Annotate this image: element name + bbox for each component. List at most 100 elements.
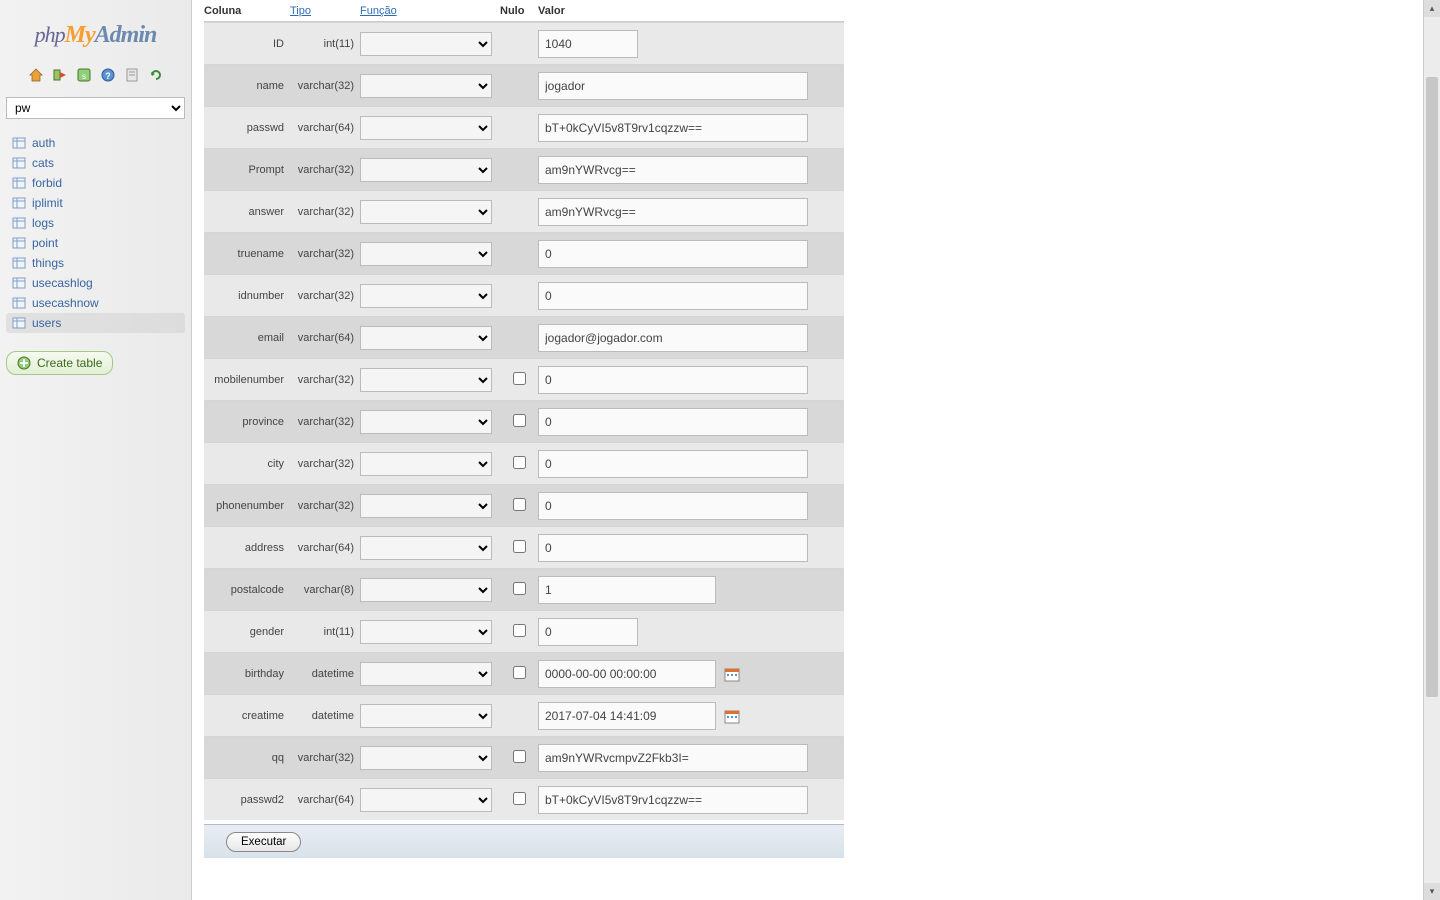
function-select[interactable] [360, 788, 492, 812]
function-select[interactable] [360, 368, 492, 392]
value-input[interactable] [538, 408, 808, 436]
sidebar-table-item[interactable]: forbid [6, 173, 185, 193]
doc-icon[interactable] [124, 67, 140, 83]
calendar-icon[interactable] [724, 666, 740, 682]
sidebar-table-item[interactable]: cats [6, 153, 185, 173]
value-input[interactable] [538, 450, 808, 478]
scroll-thumb[interactable] [1426, 77, 1438, 697]
value-input[interactable] [538, 618, 638, 646]
null-checkbox[interactable] [513, 414, 526, 427]
value-input[interactable] [538, 114, 808, 142]
value-input[interactable] [538, 786, 808, 814]
null-cell [500, 792, 538, 808]
function-select[interactable] [360, 494, 492, 518]
plus-icon [17, 356, 31, 370]
sidebar-table-item[interactable]: usecashlog [6, 273, 185, 293]
column-name: answer [204, 206, 290, 218]
function-select[interactable] [360, 284, 492, 308]
function-select[interactable] [360, 704, 492, 728]
column-name: ID [204, 38, 290, 50]
database-select[interactable]: pw [6, 97, 185, 119]
function-select[interactable] [360, 116, 492, 140]
sidebar-table-item[interactable]: iplimit [6, 193, 185, 213]
column-name: birthday [204, 668, 290, 680]
table-label: things [32, 256, 64, 270]
value-input[interactable] [538, 240, 808, 268]
function-select[interactable] [360, 620, 492, 644]
value-input[interactable] [538, 534, 808, 562]
value-input[interactable] [538, 492, 808, 520]
sidebar-table-item[interactable]: auth [6, 133, 185, 153]
sidebar-table-item[interactable]: things [6, 253, 185, 273]
calendar-icon[interactable] [724, 708, 740, 724]
header-function[interactable]: Função [360, 5, 500, 17]
function-select[interactable] [360, 242, 492, 266]
function-select[interactable] [360, 32, 492, 56]
function-select[interactable] [360, 326, 492, 350]
value-input[interactable] [538, 744, 808, 772]
page-scrollbar[interactable]: ▴ ▾ [1423, 0, 1440, 900]
logout-icon[interactable] [52, 67, 68, 83]
data-row: phonenumbervarchar(32) [204, 484, 844, 526]
null-checkbox[interactable] [513, 792, 526, 805]
sql-icon[interactable]: s [76, 67, 92, 83]
value-input[interactable] [538, 198, 808, 226]
function-select[interactable] [360, 536, 492, 560]
logo-part-php: php [35, 22, 65, 47]
help-icon[interactable]: ? [100, 67, 116, 83]
function-select[interactable] [360, 746, 492, 770]
null-checkbox[interactable] [513, 372, 526, 385]
sidebar-table-item[interactable]: users [6, 313, 185, 333]
value-input[interactable] [538, 576, 716, 604]
column-type: varchar(32) [290, 164, 360, 176]
function-select[interactable] [360, 200, 492, 224]
null-checkbox[interactable] [513, 540, 526, 553]
sidebar-table-item[interactable]: usecashnow [6, 293, 185, 313]
column-type: varchar(32) [290, 80, 360, 92]
column-type: varchar(32) [290, 500, 360, 512]
null-checkbox[interactable] [513, 456, 526, 469]
scroll-track[interactable] [1424, 17, 1440, 883]
null-checkbox[interactable] [513, 666, 526, 679]
value-input[interactable] [538, 660, 716, 688]
scroll-up-arrow[interactable]: ▴ [1424, 0, 1440, 17]
null-checkbox[interactable] [513, 624, 526, 637]
null-checkbox[interactable] [513, 582, 526, 595]
column-type: varchar(32) [290, 458, 360, 470]
value-input[interactable] [538, 72, 808, 100]
column-type: varchar(64) [290, 122, 360, 134]
function-select[interactable] [360, 410, 492, 434]
function-select[interactable] [360, 662, 492, 686]
function-select[interactable] [360, 158, 492, 182]
home-icon[interactable] [28, 67, 44, 83]
value-input[interactable] [538, 366, 808, 394]
sidebar-table-item[interactable]: logs [6, 213, 185, 233]
reload-icon[interactable] [148, 67, 164, 83]
value-input[interactable] [538, 702, 716, 730]
value-cell [538, 282, 844, 310]
header-value: Valor [538, 5, 565, 17]
value-input[interactable] [538, 282, 808, 310]
function-cell [360, 116, 500, 140]
null-checkbox[interactable] [513, 498, 526, 511]
function-select[interactable] [360, 74, 492, 98]
table-icon [12, 136, 26, 150]
scroll-down-arrow[interactable]: ▾ [1424, 883, 1440, 900]
null-checkbox[interactable] [513, 750, 526, 763]
value-input[interactable] [538, 324, 808, 352]
create-table-button[interactable]: Create table [6, 351, 113, 375]
value-input[interactable] [538, 156, 808, 184]
function-cell [360, 704, 500, 728]
execute-button[interactable]: Executar [226, 832, 301, 852]
function-select[interactable] [360, 452, 492, 476]
data-row: postalcodevarchar(8) [204, 568, 844, 610]
header-type[interactable]: Tipo [290, 5, 360, 17]
function-select[interactable] [360, 578, 492, 602]
data-row: genderint(11) [204, 610, 844, 652]
data-row: qqvarchar(32) [204, 736, 844, 778]
toolbar-icons: s ? [6, 57, 185, 97]
column-type: varchar(32) [290, 752, 360, 764]
sidebar-table-item[interactable]: point [6, 233, 185, 253]
column-type: varchar(64) [290, 542, 360, 554]
value-input[interactable] [538, 30, 638, 58]
